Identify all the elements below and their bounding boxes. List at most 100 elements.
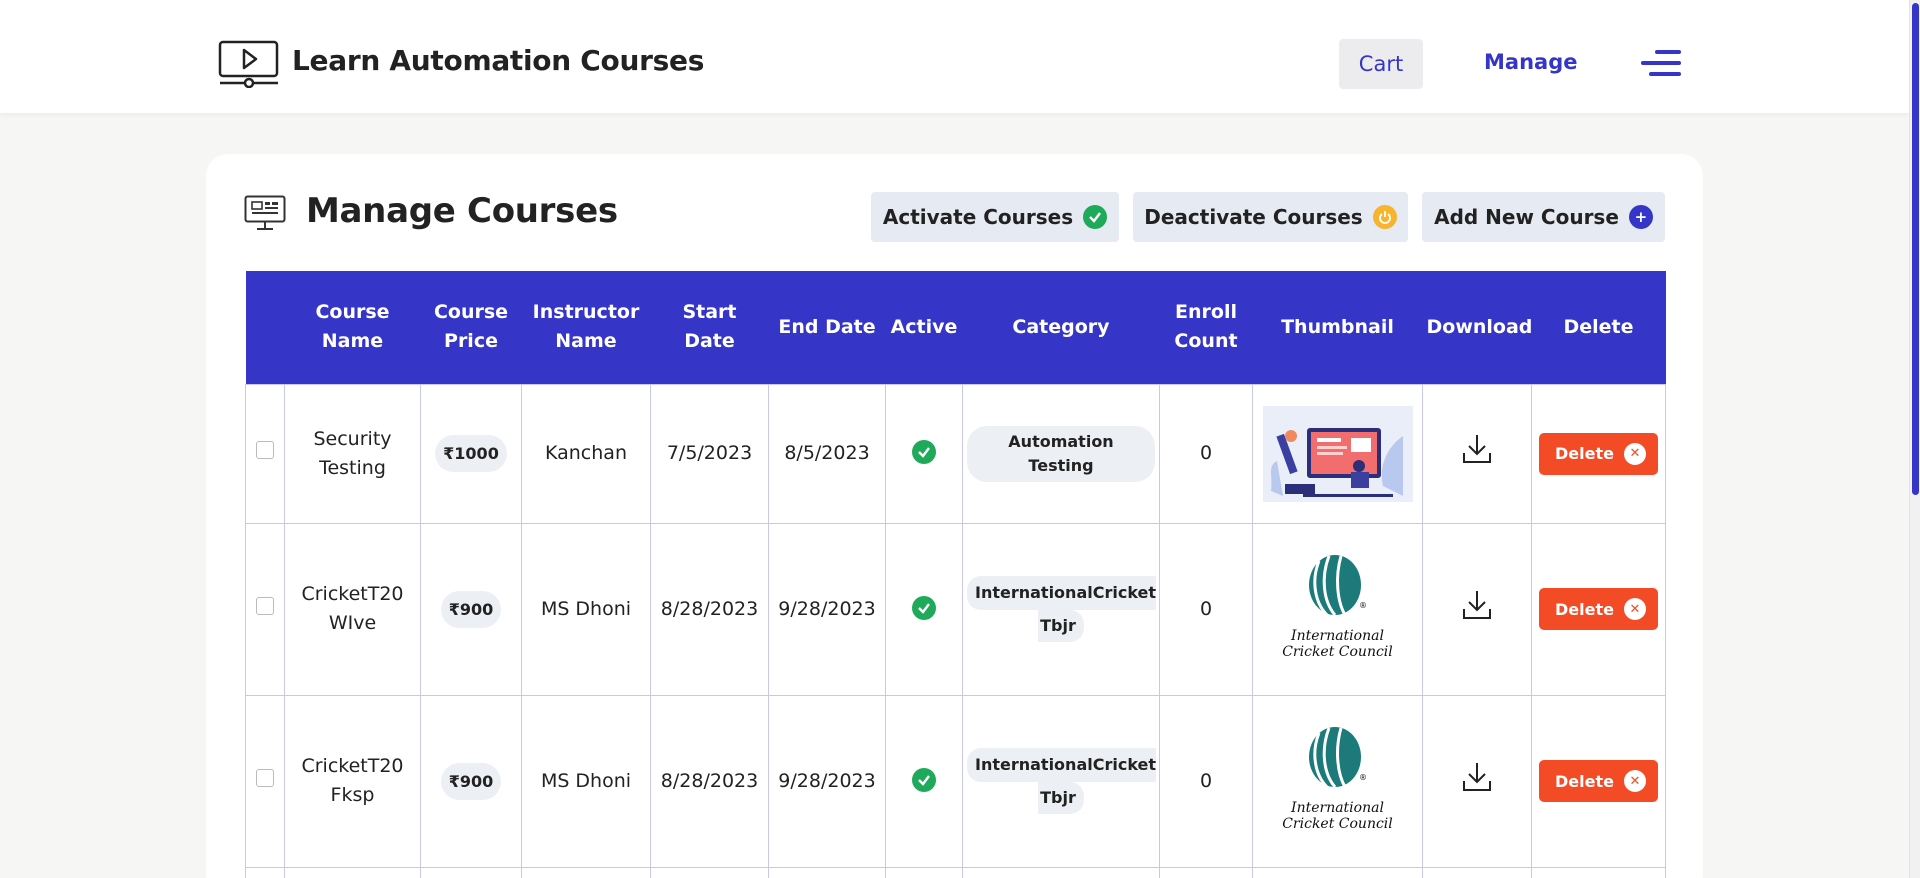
row-select-cell bbox=[245, 383, 285, 524]
delete-button[interactable]: Delete ✕ bbox=[1539, 432, 1658, 475]
delete-cell: Delete ✕ bbox=[1531, 694, 1666, 868]
automation-thumbnail-image bbox=[1262, 405, 1413, 502]
header-thumbnail: Thumbnail bbox=[1281, 315, 1394, 338]
icc-logo-text: International Cricket Council bbox=[1282, 800, 1393, 832]
scrollbar-thumb[interactable] bbox=[1912, 3, 1919, 495]
category-badge: InternationalCricket Tbjr bbox=[967, 748, 1157, 814]
header-course-name[interactable]: Course Name bbox=[285, 271, 421, 384]
deactivate-courses-label: Deactivate Courses bbox=[1144, 205, 1363, 229]
delete-cell: Delete ✕ bbox=[1531, 383, 1666, 524]
header-instructor-name[interactable]: Instructor Name bbox=[522, 271, 651, 384]
active-check-icon bbox=[912, 595, 936, 620]
close-circle-icon: ✕ bbox=[1623, 442, 1646, 465]
category-cell: InternationalCricket Tbjr bbox=[962, 694, 1160, 868]
brand-title[interactable]: Learn Automation Courses bbox=[292, 44, 704, 77]
category-cell: Automation Testing bbox=[962, 383, 1160, 524]
top-navbar: Learn Automation Courses Cart Manage bbox=[0, 0, 1909, 113]
delete-cell: Delete ✕ bbox=[1531, 522, 1666, 696]
cart-button[interactable]: Cart bbox=[1339, 39, 1423, 89]
activate-courses-button[interactable]: Activate Courses bbox=[871, 192, 1119, 242]
enroll-count-cell: 0 bbox=[1159, 383, 1253, 524]
start-date-cell: 8/28/2023 bbox=[650, 522, 769, 696]
courses-table: Course Name Course Price Instructor Name St… bbox=[245, 271, 1666, 878]
delete-button[interactable]: Delete ✕ bbox=[1539, 588, 1658, 630]
category-badge: InternationalCricket Tbjr bbox=[967, 576, 1157, 642]
table-row: Security Testing ₹1000 Kanchan 7/5/2023 8… bbox=[245, 383, 1666, 524]
add-new-course-button[interactable]: Add New Course + bbox=[1422, 192, 1665, 242]
course-price-cell: ₹1000 bbox=[420, 383, 522, 524]
download-icon[interactable] bbox=[1462, 761, 1492, 793]
header-delete: Delete bbox=[1563, 315, 1634, 338]
header-select bbox=[246, 271, 285, 384]
start-date-cell: 7/5/2023 bbox=[650, 383, 769, 524]
active-check-icon bbox=[912, 767, 936, 792]
enroll-count-cell: 0 bbox=[1159, 694, 1253, 868]
icc-emblem-icon: ® bbox=[1309, 555, 1367, 617]
video-player-logo-icon[interactable] bbox=[218, 40, 280, 88]
deactivate-courses-button[interactable]: Deactivate Courses bbox=[1133, 192, 1408, 242]
course-price-cell: ₹900 bbox=[420, 522, 522, 696]
header-enroll-count[interactable]: Enroll Count bbox=[1160, 271, 1253, 384]
header-end-date[interactable]: End Date bbox=[769, 271, 886, 384]
course-name-cell: Security Testing bbox=[284, 383, 421, 524]
header-active[interactable]: Active bbox=[886, 271, 963, 384]
close-circle-icon: ✕ bbox=[1623, 770, 1646, 792]
check-circle-icon bbox=[1083, 205, 1108, 229]
price-badge: ₹1000 bbox=[435, 435, 507, 472]
svg-text:®: ® bbox=[1359, 773, 1367, 782]
instructor-cell: MS Dhoni bbox=[521, 522, 651, 696]
course-name-cell: CricketT20 WIve bbox=[284, 522, 421, 696]
category-badge: Automation Testing bbox=[967, 425, 1155, 482]
active-cell bbox=[885, 694, 963, 868]
course-name-cell: CricketT20 Fksp bbox=[284, 694, 421, 868]
download-cell bbox=[1422, 694, 1532, 868]
price-badge: ₹900 bbox=[440, 762, 502, 800]
delete-button[interactable]: Delete ✕ bbox=[1539, 760, 1658, 802]
icc-emblem-icon: ® bbox=[1309, 727, 1367, 789]
plus-circle-icon: + bbox=[1628, 205, 1653, 229]
header-course-price[interactable]: Course Price bbox=[421, 271, 522, 384]
thumbnail-cell: ® International Cricket Council bbox=[1252, 522, 1423, 696]
category-cell: InternationalCricket Tbjr bbox=[962, 522, 1160, 696]
header-category[interactable]: Category bbox=[963, 271, 1160, 384]
active-check-icon bbox=[912, 440, 936, 464]
thumbnail-cell bbox=[1252, 383, 1423, 524]
start-date-cell: 8/28/2023 bbox=[650, 694, 769, 868]
row-checkbox[interactable] bbox=[256, 441, 274, 459]
row-checkbox[interactable] bbox=[256, 596, 274, 615]
row-select-cell bbox=[245, 694, 285, 868]
course-price-cell: ₹900 bbox=[420, 694, 522, 868]
icc-logo-image: ® International Cricket Council bbox=[1282, 553, 1393, 660]
page-scrollbar[interactable] bbox=[1909, 0, 1920, 878]
instructor-cell: MS Dhoni bbox=[521, 694, 651, 868]
computer-monitor-icon bbox=[244, 195, 286, 230]
icc-logo-image: ® International Cricket Council bbox=[1282, 725, 1393, 832]
icc-logo-text: International Cricket Council bbox=[1282, 628, 1393, 660]
header-start-date[interactable]: Start Date bbox=[651, 271, 769, 384]
price-badge: ₹900 bbox=[440, 590, 502, 628]
manage-link[interactable]: Manage bbox=[1484, 50, 1577, 74]
download-cell bbox=[1422, 522, 1532, 696]
table-row: CricketT20 WIve ₹900 MS Dhoni 8/28/2023 9… bbox=[245, 522, 1666, 696]
download-cell bbox=[1422, 383, 1532, 524]
enroll-count-cell: 0 bbox=[1159, 522, 1253, 696]
thumbnail-cell: ® International Cricket Council bbox=[1252, 694, 1423, 868]
add-new-course-label: Add New Course bbox=[1434, 205, 1619, 229]
active-cell bbox=[885, 522, 963, 696]
close-circle-icon: ✕ bbox=[1623, 598, 1646, 620]
page-title: Manage Courses bbox=[306, 191, 618, 231]
activate-courses-label: Activate Courses bbox=[882, 205, 1074, 229]
download-icon[interactable] bbox=[1462, 433, 1492, 465]
end-date-cell: 9/28/2023 bbox=[768, 694, 886, 868]
active-cell bbox=[885, 383, 963, 524]
svg-text:®: ® bbox=[1359, 601, 1367, 610]
hamburger-menu-icon[interactable] bbox=[1641, 50, 1681, 78]
power-icon bbox=[1372, 205, 1397, 229]
end-date-cell: 8/5/2023 bbox=[768, 383, 886, 524]
end-date-cell: 9/28/2023 bbox=[768, 522, 886, 696]
download-icon[interactable] bbox=[1462, 589, 1492, 621]
header-download: Download bbox=[1426, 315, 1533, 338]
instructor-cell: Kanchan bbox=[521, 383, 651, 524]
table-row bbox=[245, 866, 1666, 878]
row-checkbox[interactable] bbox=[256, 768, 274, 787]
